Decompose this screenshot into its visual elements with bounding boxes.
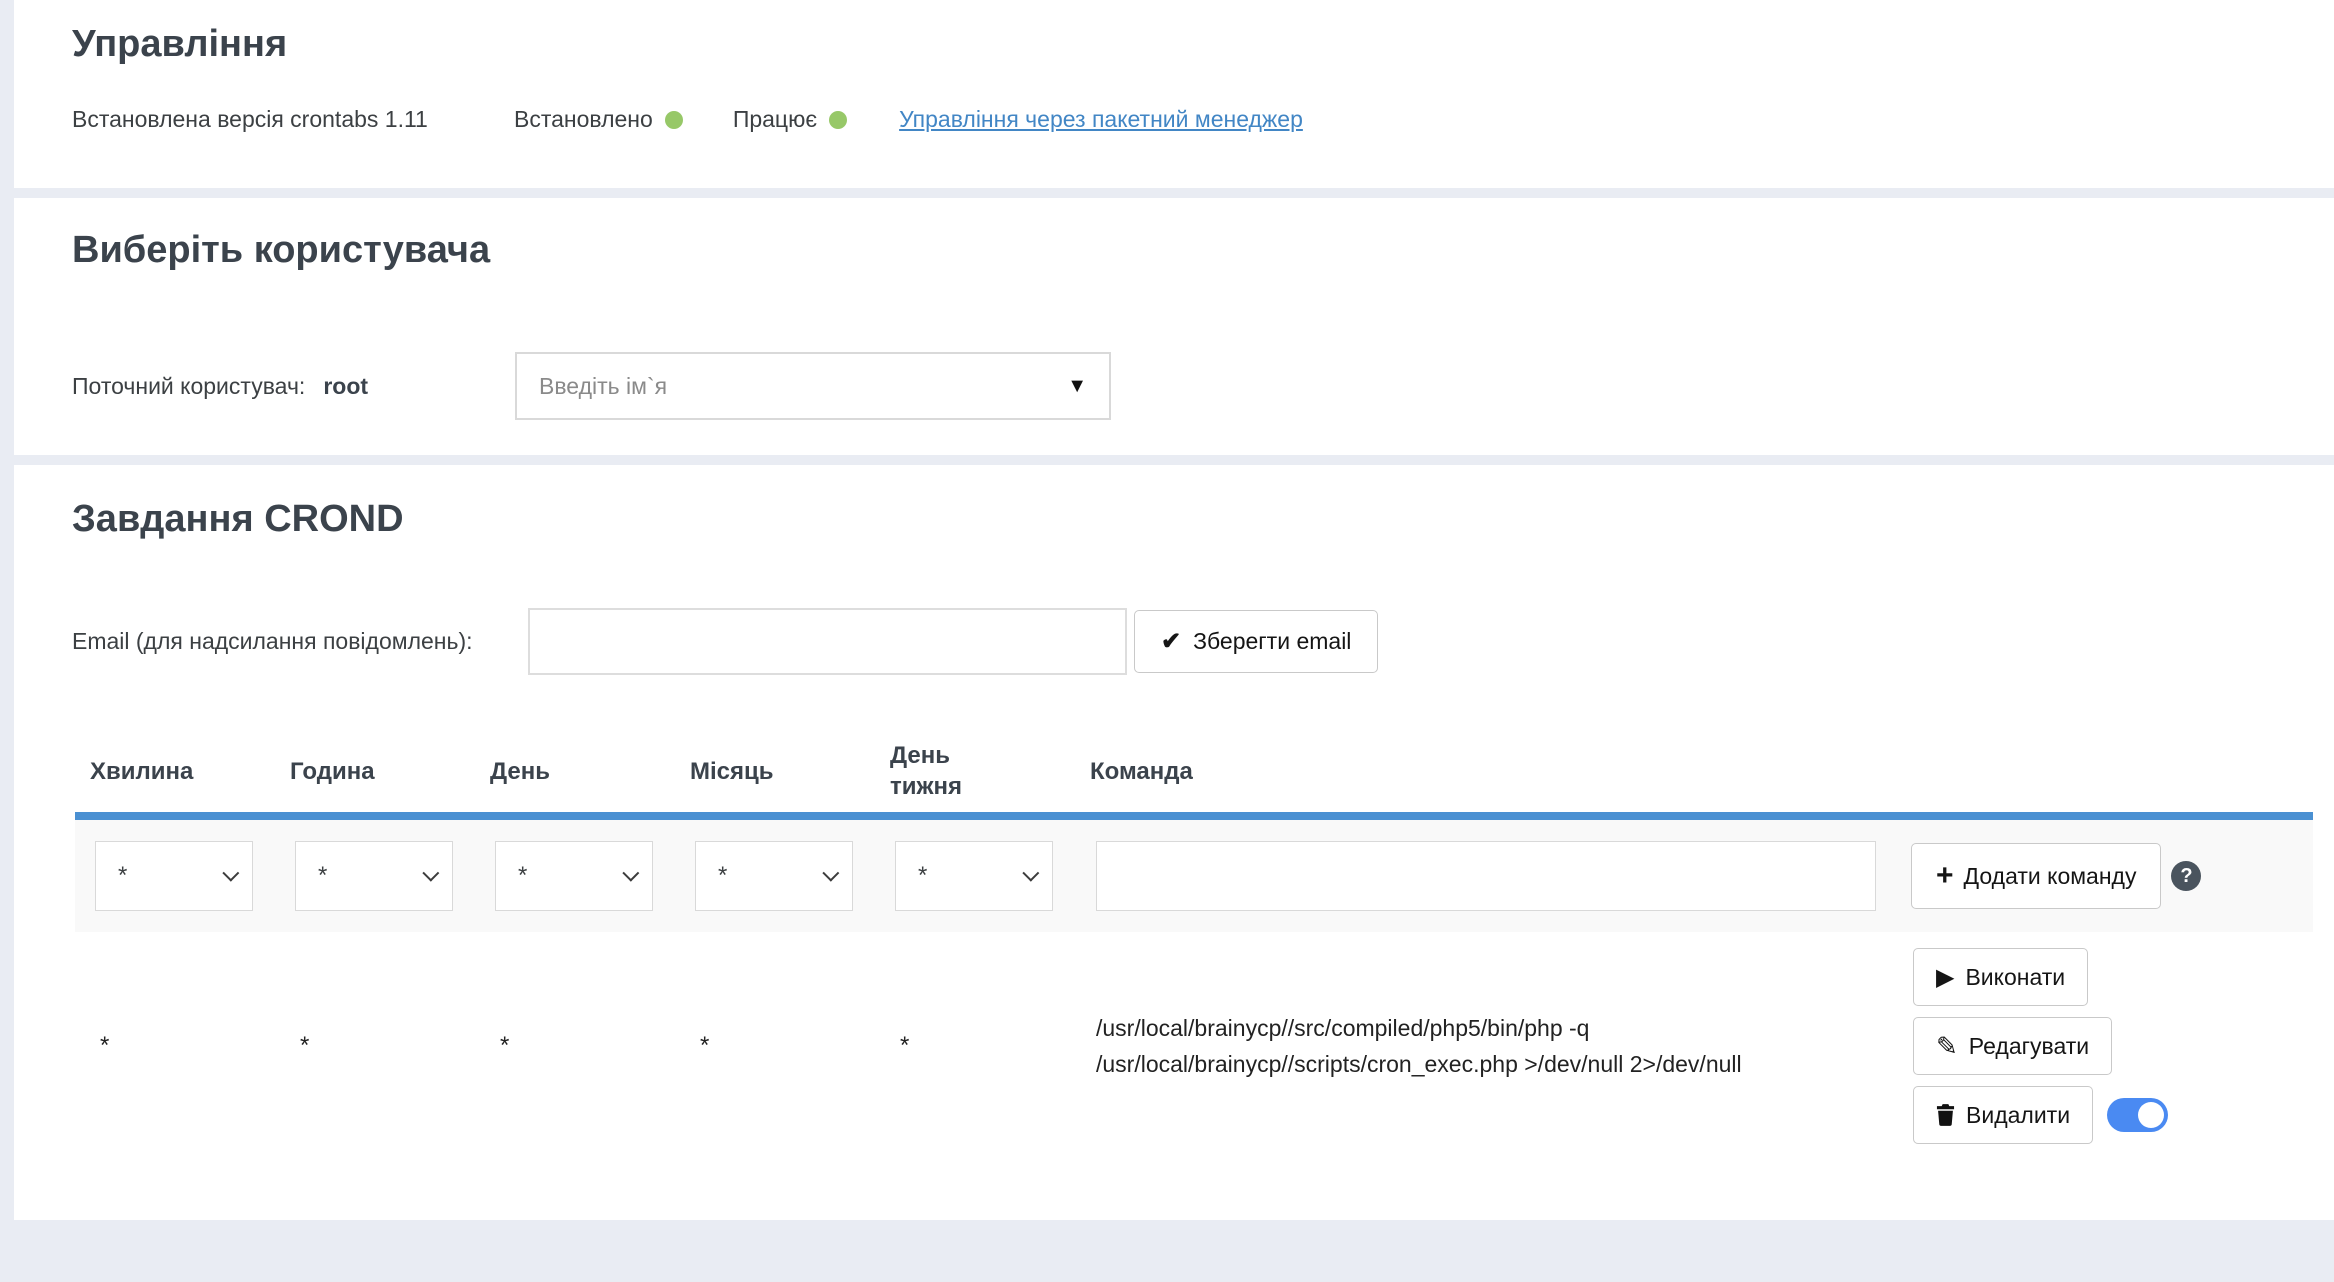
- toggle-knob: [2138, 1102, 2164, 1128]
- running-status-label: Працює: [733, 106, 817, 133]
- run-button[interactable]: ▶ Виконати: [1913, 948, 2088, 1006]
- header-month: Місяць: [675, 756, 875, 787]
- management-card: Управління Встановлена версія crontabs 1…: [14, 0, 2334, 188]
- chevron-down-icon: [422, 865, 439, 882]
- header-minute: Хвилина: [75, 756, 275, 787]
- task-row: * * * * * /usr/local/brainycp//src/compi…: [75, 932, 2313, 1160]
- edit-button[interactable]: ✎ Редагувати: [1913, 1017, 2112, 1075]
- weekday-select[interactable]: *: [895, 841, 1053, 911]
- select-user-card: Виберіть користувача Поточний користувач…: [14, 198, 2334, 455]
- running-status: Працює: [733, 106, 847, 133]
- chevron-down-icon: [822, 865, 839, 882]
- play-icon: ▶: [1936, 963, 1954, 992]
- user-select-placeholder: Введіть ім`я: [539, 373, 667, 400]
- installed-status-dot-icon: [665, 111, 683, 129]
- plus-icon: +: [1936, 861, 1954, 891]
- delete-button[interactable]: Видалити: [1913, 1086, 2093, 1144]
- task-command-text: /usr/local/brainycp//src/compiled/php5/b…: [1096, 1010, 1892, 1082]
- task-day-value: *: [475, 1032, 675, 1060]
- month-select[interactable]: *: [695, 841, 853, 911]
- crond-title: Завдання CROND: [72, 497, 2334, 541]
- add-command-button[interactable]: + Додати команду: [1911, 843, 2161, 909]
- installed-status-label: Встановлено: [514, 106, 653, 133]
- task-actions: ▶ Виконати ✎ Редагувати Видалити: [1913, 948, 2168, 1144]
- chevron-down-icon: [622, 865, 639, 882]
- month-select-value: *: [718, 862, 727, 890]
- header-weekday: День тижня: [875, 740, 1075, 802]
- weekday-select-value: *: [918, 862, 927, 890]
- check-icon: ✔: [1161, 627, 1181, 656]
- running-status-dot-icon: [829, 111, 847, 129]
- current-user-value: root: [323, 373, 368, 400]
- chevron-down-icon: [222, 865, 239, 882]
- package-manager-link[interactable]: Управління через пакетний менеджер: [899, 106, 1303, 133]
- trash-icon: [1936, 1104, 1955, 1126]
- email-label: Email (для надсилання повідомлень):: [72, 628, 508, 655]
- current-user-row: Поточний користувач: root Введіть ім`я ▼: [72, 352, 2334, 420]
- day-select-value: *: [518, 862, 527, 890]
- hour-select-value: *: [318, 862, 327, 890]
- current-user-pair: Поточний користувач: root: [72, 373, 515, 400]
- task-enabled-toggle[interactable]: [2107, 1098, 2168, 1132]
- command-input[interactable]: [1096, 841, 1876, 911]
- table-accent-divider: [75, 812, 2313, 820]
- help-icon[interactable]: ?: [2171, 861, 2201, 891]
- email-row: Email (для надсилання повідомлень): ✔ Зб…: [72, 608, 2334, 675]
- management-title: Управління: [72, 22, 2334, 66]
- task-minute-value: *: [75, 1032, 275, 1060]
- email-input[interactable]: [528, 608, 1127, 675]
- header-hour: Година: [275, 756, 475, 787]
- save-email-button[interactable]: ✔ Зберегти email: [1134, 610, 1378, 673]
- day-select[interactable]: *: [495, 841, 653, 911]
- select-user-title: Виберіть користувача: [72, 228, 2334, 272]
- dropdown-arrow-icon: ▼: [1067, 375, 1087, 398]
- minute-select[interactable]: *: [95, 841, 253, 911]
- chevron-down-icon: [1022, 865, 1039, 882]
- pencil-icon: ✎: [1936, 1031, 1958, 1062]
- current-user-label: Поточний користувач:: [72, 373, 305, 400]
- management-status-row: Встановлена версія crontabs 1.11 Встанов…: [72, 106, 2334, 133]
- task-hour-value: *: [275, 1032, 475, 1060]
- task-weekday-value: *: [875, 1032, 1075, 1060]
- edit-button-label: Редагувати: [1969, 1033, 2089, 1060]
- minute-select-value: *: [118, 862, 127, 890]
- user-select[interactable]: Введіть ім`я ▼: [515, 352, 1111, 420]
- installed-version-text: Встановлена версія crontabs 1.11: [72, 106, 472, 133]
- crond-card: Завдання CROND Email (для надсилання пов…: [14, 465, 2334, 1220]
- header-command: Команда: [1075, 756, 2313, 787]
- cron-table: Хвилина Година День Місяць День тижня Ко…: [75, 730, 2313, 1160]
- new-task-row: * * * *: [75, 820, 2313, 932]
- delete-button-label: Видалити: [1966, 1102, 2070, 1129]
- run-button-label: Виконати: [1965, 964, 2065, 991]
- task-month-value: *: [675, 1032, 875, 1060]
- header-day: День: [475, 756, 675, 787]
- add-command-label: Додати команду: [1964, 863, 2137, 890]
- save-email-label: Зберегти email: [1193, 628, 1351, 655]
- hour-select[interactable]: *: [295, 841, 453, 911]
- installed-status: Встановлено: [514, 106, 683, 133]
- cron-table-header: Хвилина Година День Місяць День тижня Ко…: [75, 730, 2313, 812]
